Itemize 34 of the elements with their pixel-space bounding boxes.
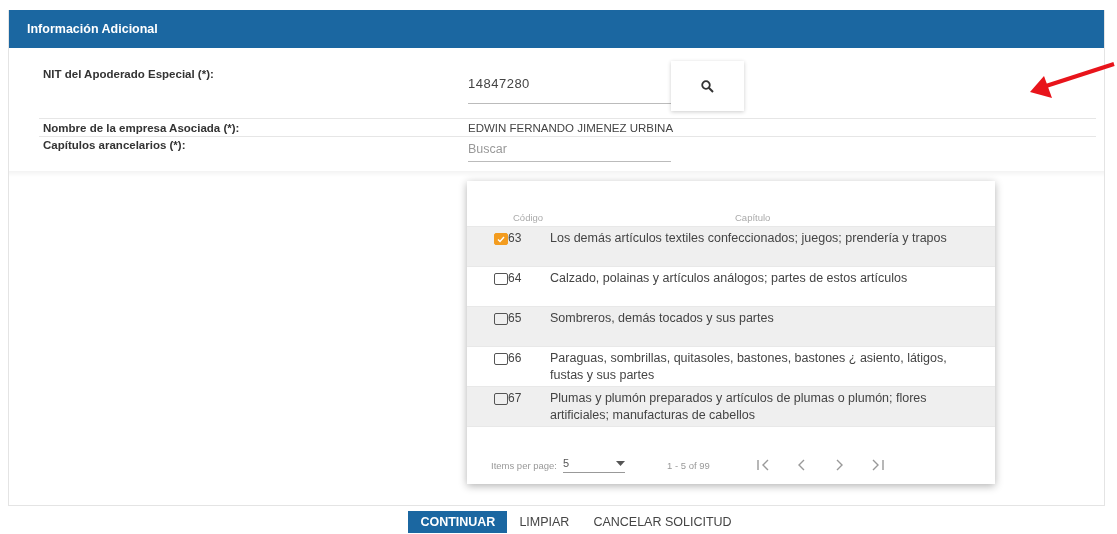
next-page-icon <box>836 459 843 471</box>
code-cell-text: 64 <box>508 270 523 287</box>
page-size-select[interactable]: 5 <box>563 457 625 473</box>
action-button[interactable]: LIMPIAR <box>507 511 582 533</box>
column-header: Código <box>513 212 545 223</box>
checkbox[interactable] <box>494 313 508 325</box>
checkbox[interactable] <box>494 273 508 285</box>
company-name: EDWIN FERNANDO JIMENEZ URBINA <box>468 121 674 134</box>
chapter-cell-text: Sombreros, demás tocados y sus partes <box>550 310 775 327</box>
chapter-cell-text: Calzado, polainas y artículos análogos; partes de estos artículos <box>550 270 909 287</box>
checkbox[interactable] <box>494 393 508 405</box>
page-range: 1 - 5 of 99 <box>667 459 710 471</box>
checkbox[interactable] <box>494 353 508 365</box>
section-title: Información Adicional <box>27 22 158 36</box>
code-cell-text: 65 <box>508 310 523 327</box>
code-cell-text: 67 <box>508 390 523 407</box>
first-page-icon <box>757 459 769 471</box>
field-label: Nombre de la empresa Asociada (*): <box>42 121 241 134</box>
field-label: Capítulos arancelarios (*): <box>42 138 187 153</box>
previous-page-icon <box>797 459 805 471</box>
chapter-cell-text: Plumas y plumón preparados y artículos de plumas o plumón; flores artificiales; manufacturas de cabellos <box>550 390 928 424</box>
action-button[interactable]: CONTINUAR <box>408 511 508 533</box>
chapter-cell-text: Los demás artículos textiles confeccionados; juegos; prendería y trapos <box>550 230 948 247</box>
chapter-cell-text: Paraguas, sombrillas, quitasoles, bastones, bastones ¿ asiento, látigos, fustas y sus partes <box>550 350 948 384</box>
last-page-icon <box>872 459 884 471</box>
code-cell-text: 66 <box>508 350 523 367</box>
items-per-page-label: Items per page: <box>491 459 557 471</box>
code-cell-text: 63 <box>508 230 523 247</box>
caret-icon <box>616 460 625 466</box>
search-icon <box>701 79 714 93</box>
checkbox[interactable] <box>494 233 508 245</box>
column-header: Capítulo <box>735 212 771 223</box>
action-button[interactable]: CANCELAR SOLICITUD <box>581 511 744 533</box>
field-label: NIT del Apoderado Especial (*): <box>42 67 215 82</box>
